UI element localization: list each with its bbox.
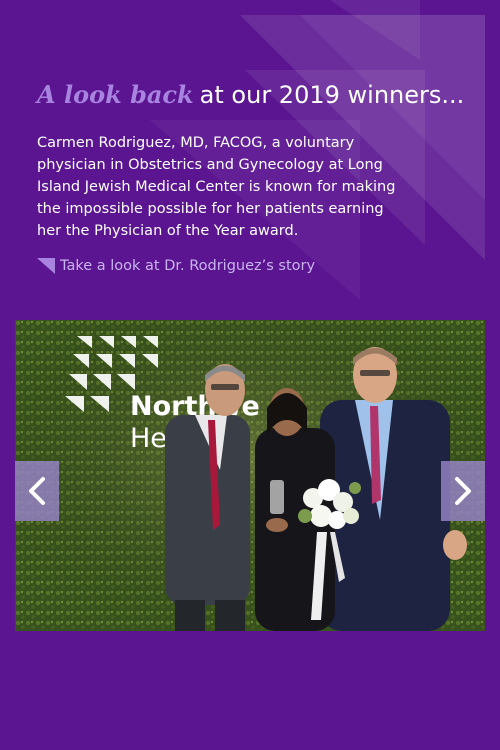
carousel-prev-button[interactable] bbox=[15, 461, 59, 521]
carousel-next-button[interactable] bbox=[441, 461, 485, 521]
story-link[interactable]: Take a look at Dr. Rodriguez’s story bbox=[37, 258, 315, 274]
arrow-triangle-icon bbox=[37, 258, 55, 274]
photo-carousel: Northwe He bbox=[15, 320, 485, 631]
chevron-left-icon bbox=[29, 477, 45, 505]
heading-accent: A look back bbox=[37, 80, 194, 109]
backdrop-text-2: He bbox=[130, 423, 167, 454]
page-title: A look back at our 2019 winners... bbox=[37, 80, 464, 109]
winner-description: Carmen Rodriguez, MD, FACOG, a voluntary… bbox=[37, 135, 396, 239]
story-link-label: Take a look at Dr. Rodriguez’s story bbox=[60, 258, 316, 274]
heading-rest: at our 2019 winners... bbox=[199, 81, 465, 109]
award-photo: Northwe He bbox=[15, 320, 485, 631]
chevron-right-icon bbox=[455, 477, 471, 505]
